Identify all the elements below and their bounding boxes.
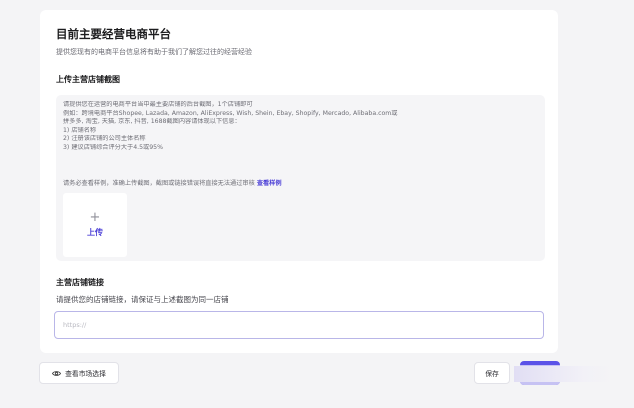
instruction-line: 2) 注册该店铺的公司主体名称 bbox=[63, 135, 146, 142]
instructions: 请提供您在运营的电商平台当中最主要店铺的后台截图，1个店铺即可 例如：跨境电商平… bbox=[63, 101, 539, 152]
page: 目前主要经营电商平台 提供您现有的电商平台信息将有助于我们了解您过往的经营经验 … bbox=[0, 0, 634, 408]
view-market-selection-button[interactable]: 查看市场选择 bbox=[39, 362, 119, 384]
plus-icon: + bbox=[89, 210, 101, 225]
notice-text: 请务必查看样例，准确上传截图，截图或链接错误将直接无法通过审核 bbox=[63, 180, 255, 187]
eye-icon bbox=[52, 370, 62, 376]
notice: 请务必查看样例，准确上传截图，截图或链接错误将直接无法通过审核 查看样例 bbox=[63, 178, 282, 187]
view-example-link[interactable]: 查看样例 bbox=[257, 180, 282, 187]
store-link-helper: 请提供您的店铺链接，请保证与上述截图为同一店铺 bbox=[56, 295, 229, 304]
save-button[interactable]: 保存 bbox=[474, 362, 510, 384]
upload-label: 上传 bbox=[87, 228, 103, 237]
view-market-selection-label: 查看市场选择 bbox=[65, 370, 106, 378]
blurred-overlay bbox=[514, 366, 614, 382]
screenshot-upload-panel: 请提供您在运营的电商平台当中最主要店铺的后台截图，1个店铺即可 例如：跨境电商平… bbox=[56, 95, 545, 261]
instruction-line: 拼多多, 淘宝, 天猫, 京东, 抖音, 1688截图内容请体现以下信息： bbox=[63, 118, 241, 125]
store-link-input[interactable] bbox=[54, 311, 544, 339]
instruction-line: 3) 建议店铺综合评分大于4.5或95% bbox=[63, 143, 163, 151]
screenshot-section-label: 上传主营店铺截图 bbox=[56, 75, 120, 84]
save-label: 保存 bbox=[485, 370, 499, 378]
upload-button[interactable]: + 上传 bbox=[63, 193, 127, 257]
instruction-line: 1) 店铺名称 bbox=[63, 126, 97, 134]
instruction-line: 例如：跨境电商平台Shopee, Lazada, Amazon, AliExpr… bbox=[63, 109, 398, 117]
page-title: 目前主要经营电商平台 bbox=[56, 27, 171, 41]
page-subtitle: 提供您现有的电商平台信息将有助于我们了解您过往的经营经验 bbox=[56, 48, 252, 56]
store-link-section-label: 主营店铺链接 bbox=[56, 278, 104, 287]
platform-form-card: 目前主要经营电商平台 提供您现有的电商平台信息将有助于我们了解您过往的经营经验 … bbox=[40, 10, 558, 353]
instruction-line: 请提供您在运营的电商平台当中最主要店铺的后台截图，1个店铺即可 bbox=[63, 101, 253, 108]
